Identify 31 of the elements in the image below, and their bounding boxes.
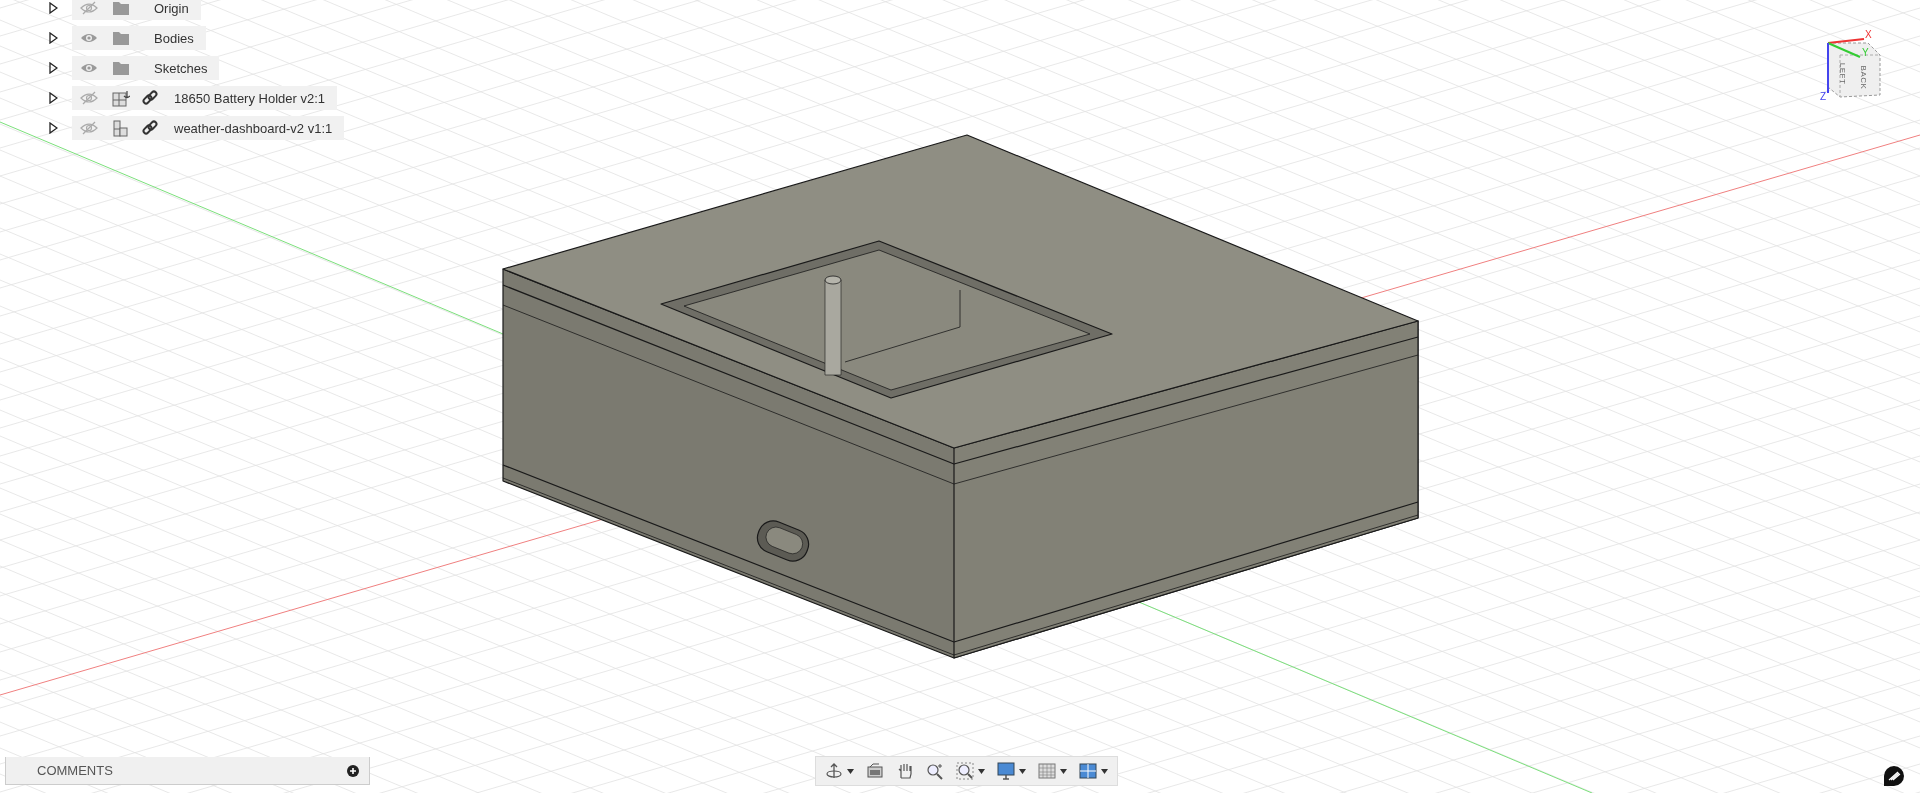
- axis-label: Y: [1862, 47, 1869, 58]
- comments-label: COMMENTS: [37, 763, 113, 778]
- hand-icon: [896, 762, 914, 780]
- grid-icon: [1038, 762, 1056, 780]
- folder-icon: [112, 0, 130, 17]
- expand-arrow-icon[interactable]: [48, 122, 58, 134]
- browser-node[interactable]: 18650 Battery Holder v2:1: [72, 86, 338, 110]
- orbit-icon: [825, 762, 843, 780]
- viewports-icon: [1079, 762, 1097, 780]
- screen-icon: [866, 762, 884, 780]
- zoom-window-icon: [956, 762, 974, 780]
- component-icon: [112, 119, 130, 137]
- folder-icon: [112, 29, 130, 47]
- cube-face-label[interactable]: LEFT: [1838, 62, 1848, 85]
- expand-arrow-icon[interactable]: [48, 32, 58, 44]
- monitor-icon: [997, 762, 1015, 780]
- feedback-icon[interactable]: [1883, 765, 1905, 787]
- browser-node[interactable]: Origin: [72, 0, 201, 20]
- browser-node[interactable]: Bodies: [72, 26, 206, 50]
- axis-label: X: [1865, 29, 1872, 40]
- browser-node[interactable]: weather-dashboard-v2 v1:1: [72, 116, 345, 140]
- expand-arrow-icon[interactable]: [48, 2, 58, 14]
- add-comment-icon[interactable]: [347, 764, 359, 777]
- expand-arrow-icon[interactable]: [48, 92, 58, 104]
- browser-node[interactable]: Sketches: [72, 56, 220, 80]
- axis-label: Z: [1820, 91, 1827, 102]
- component-anchor-icon: [112, 89, 130, 107]
- zoom-icon: [926, 762, 944, 780]
- expand-arrow-icon[interactable]: [48, 62, 58, 74]
- cube-face-label[interactable]: BACK: [1859, 65, 1869, 90]
- folder-icon: [112, 59, 130, 77]
